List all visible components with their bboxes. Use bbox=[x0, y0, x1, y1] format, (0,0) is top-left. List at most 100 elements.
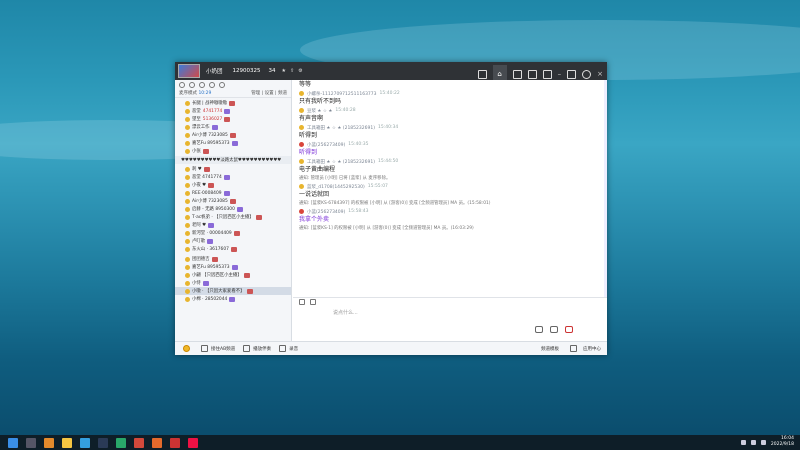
app-green-icon[interactable] bbox=[116, 437, 126, 448]
send-icon[interactable] bbox=[535, 326, 543, 333]
app-yellow-icon[interactable] bbox=[62, 437, 72, 448]
user-row[interactable]: 小翩 【只因西区小主播】 bbox=[175, 271, 291, 279]
app-center-button[interactable]: 应用中心 bbox=[583, 346, 601, 352]
user-icon[interactable] bbox=[179, 82, 185, 88]
settings-link[interactable]: 设置 bbox=[265, 91, 274, 96]
user-name: 恶堂 4741774 bbox=[192, 175, 222, 180]
close-icon[interactable]: × bbox=[597, 70, 603, 78]
user-rank-icon bbox=[185, 272, 190, 278]
user-name: 恶堂 bbox=[192, 109, 201, 114]
user-row[interactable]: T·ac帆弟 · 【只因西区小主播】 bbox=[175, 213, 291, 221]
favorite-icon[interactable]: ★ bbox=[282, 68, 286, 74]
user-rank-icon bbox=[185, 206, 190, 212]
user-row[interactable]: Air小博 7323085 bbox=[175, 131, 291, 139]
app-orange2-icon[interactable] bbox=[152, 437, 162, 448]
user-row[interactable]: 刺 ♥ bbox=[175, 165, 291, 173]
skin-icon[interactable] bbox=[542, 69, 552, 79]
network-icon[interactable] bbox=[750, 439, 756, 445]
monitor-icon[interactable] bbox=[201, 345, 208, 352]
power-icon[interactable] bbox=[582, 69, 592, 79]
user-row[interactable]: 长腿 | 战神嗷嗷嗷 bbox=[175, 99, 291, 107]
user-row[interactable]: 启赫 - 无路 8950300 bbox=[175, 205, 291, 213]
user-row[interactable]: 小棉 · 28502044 bbox=[175, 295, 291, 303]
user-row[interactable]: 小嗷 · 【只因大家爱看不】 bbox=[175, 287, 291, 295]
user-name: 嘉艺Fu 89595373 bbox=[192, 265, 230, 270]
manage-link[interactable]: 管理 bbox=[251, 91, 260, 96]
user-row[interactable]: 小恃 bbox=[175, 279, 291, 287]
home-tool-icon[interactable] bbox=[189, 82, 195, 88]
record-icon[interactable] bbox=[565, 326, 573, 333]
user-row[interactable]: 漂云工作 bbox=[175, 123, 291, 131]
user-name: Air小博 7323085 bbox=[192, 133, 228, 138]
user-row[interactable]: 新河堂 · 00004409 bbox=[175, 229, 291, 237]
clock[interactable]: 16:04 2022/9/18 bbox=[771, 436, 794, 448]
app-icon[interactable] bbox=[512, 69, 522, 79]
user-name: Air小博 7323085 bbox=[192, 199, 228, 204]
message-sender[interactable]: 豆浆 ★ ☆ ★ bbox=[307, 108, 332, 114]
message-sender[interactable]: 小蓝(256273409) bbox=[307, 142, 345, 148]
user-row[interactable]: 嘉艺Fu 89595373 bbox=[175, 139, 291, 147]
group-header[interactable]: ♥♥♥♥♥♥♥♥♥♥淡路太鼠♥♥♥♥♥♥♥♥♥♥♥ bbox=[175, 156, 291, 164]
user-row[interactable]: 嘉艺Fu 89595373 bbox=[175, 263, 291, 271]
search-icon[interactable] bbox=[219, 82, 225, 88]
font-tool-icon[interactable] bbox=[310, 299, 316, 305]
message-text: 听得到 bbox=[299, 149, 318, 156]
user-row[interactable]: 东火山 · 3617607 bbox=[175, 245, 291, 253]
user-row[interactable]: 望至 5136027 bbox=[175, 115, 291, 123]
grid-icon[interactable] bbox=[570, 345, 577, 352]
app-red-icon[interactable] bbox=[134, 437, 144, 448]
settings-icon[interactable]: ⚙ bbox=[298, 68, 302, 74]
message-sender[interactable]: 工具箱田 ★ ☆ ★ (2185232691) bbox=[307, 159, 375, 165]
message-input[interactable]: 说点什么... bbox=[293, 307, 607, 339]
netease-icon[interactable] bbox=[170, 437, 180, 448]
user-row[interactable]: 小张 bbox=[175, 147, 291, 155]
user-list-top: 长腿 | 战神嗷嗷嗷 恶堂 4741774 望至 5136027 漂云工作 Air小博 73… bbox=[175, 98, 291, 156]
title-bar: 小奶团 12900325 34 ★ ⇪ ⚙ ⌂ – × bbox=[175, 62, 607, 83]
start-icon[interactable] bbox=[8, 437, 18, 448]
message-header: 豆浆 ★ ☆ ★ 15:40:28 bbox=[299, 107, 601, 114]
steam-icon[interactable] bbox=[98, 437, 108, 448]
user-row[interactable]: 恶堂 4741774 bbox=[175, 173, 291, 181]
maximize-icon[interactable] bbox=[567, 69, 577, 79]
record-footer-icon[interactable] bbox=[279, 345, 287, 352]
message-sender[interactable]: 小蓝(256273409) bbox=[307, 209, 345, 215]
footer-item-3[interactable]: 录音 bbox=[289, 346, 298, 352]
user-row[interactable]: 团团德吉 bbox=[175, 255, 291, 263]
search-taskbar-icon[interactable] bbox=[26, 437, 36, 448]
user-row[interactable]: REE·0008409 bbox=[175, 189, 291, 197]
game-icon[interactable] bbox=[527, 69, 537, 79]
wps-icon[interactable] bbox=[188, 437, 198, 448]
chat-scrollbar[interactable] bbox=[604, 80, 607, 297]
minimize-icon[interactable]: – bbox=[558, 70, 562, 78]
volume-icon[interactable] bbox=[760, 439, 766, 445]
music-icon[interactable] bbox=[243, 345, 251, 352]
user-row[interactable]: 卢叮歌 bbox=[175, 237, 291, 245]
user-rank-icon bbox=[299, 125, 304, 130]
emoji-tool-icon[interactable] bbox=[299, 299, 305, 305]
message-sender[interactable]: 工具箱田 ★ ☆ ★ (2185232691) bbox=[307, 125, 375, 131]
template-button[interactable]: 频道模板 bbox=[541, 346, 559, 352]
user-badge-icon bbox=[229, 100, 236, 106]
avatar-icon[interactable] bbox=[183, 345, 190, 352]
message-sender[interactable]: 蓝浆_d1708(1445292530) bbox=[307, 184, 365, 190]
location-icon[interactable] bbox=[199, 82, 205, 88]
mode-time: 10:29 bbox=[198, 91, 212, 96]
user-row[interactable]: Air小博 7323085 bbox=[175, 197, 291, 205]
message-sender[interactable]: 小螺杀-1112709712511163773 bbox=[307, 91, 377, 97]
screen-icon[interactable] bbox=[477, 69, 487, 79]
channel-link[interactable]: 频道 bbox=[278, 91, 287, 96]
footer-item-1[interactable]: 接住AB频道 bbox=[211, 346, 235, 352]
edge-icon[interactable] bbox=[80, 437, 90, 448]
user-row[interactable]: 小夜 ♥ bbox=[175, 181, 291, 189]
footer-item-2[interactable]: 播放伴奏 bbox=[253, 346, 271, 352]
user-row[interactable]: 老阿 ♥ bbox=[175, 221, 291, 229]
share-icon[interactable]: ⇪ bbox=[290, 68, 294, 74]
user-row[interactable]: 恶堂 4741774 bbox=[175, 107, 291, 115]
tray-icon[interactable] bbox=[740, 439, 746, 445]
chat-bubble-icon[interactable] bbox=[550, 326, 558, 333]
app-orange-icon[interactable] bbox=[44, 437, 54, 448]
user-badge-icon bbox=[243, 272, 250, 278]
message-text: 我拿个外卖 bbox=[299, 216, 330, 223]
gift-icon[interactable] bbox=[209, 82, 215, 88]
user-rank-icon bbox=[185, 198, 190, 204]
